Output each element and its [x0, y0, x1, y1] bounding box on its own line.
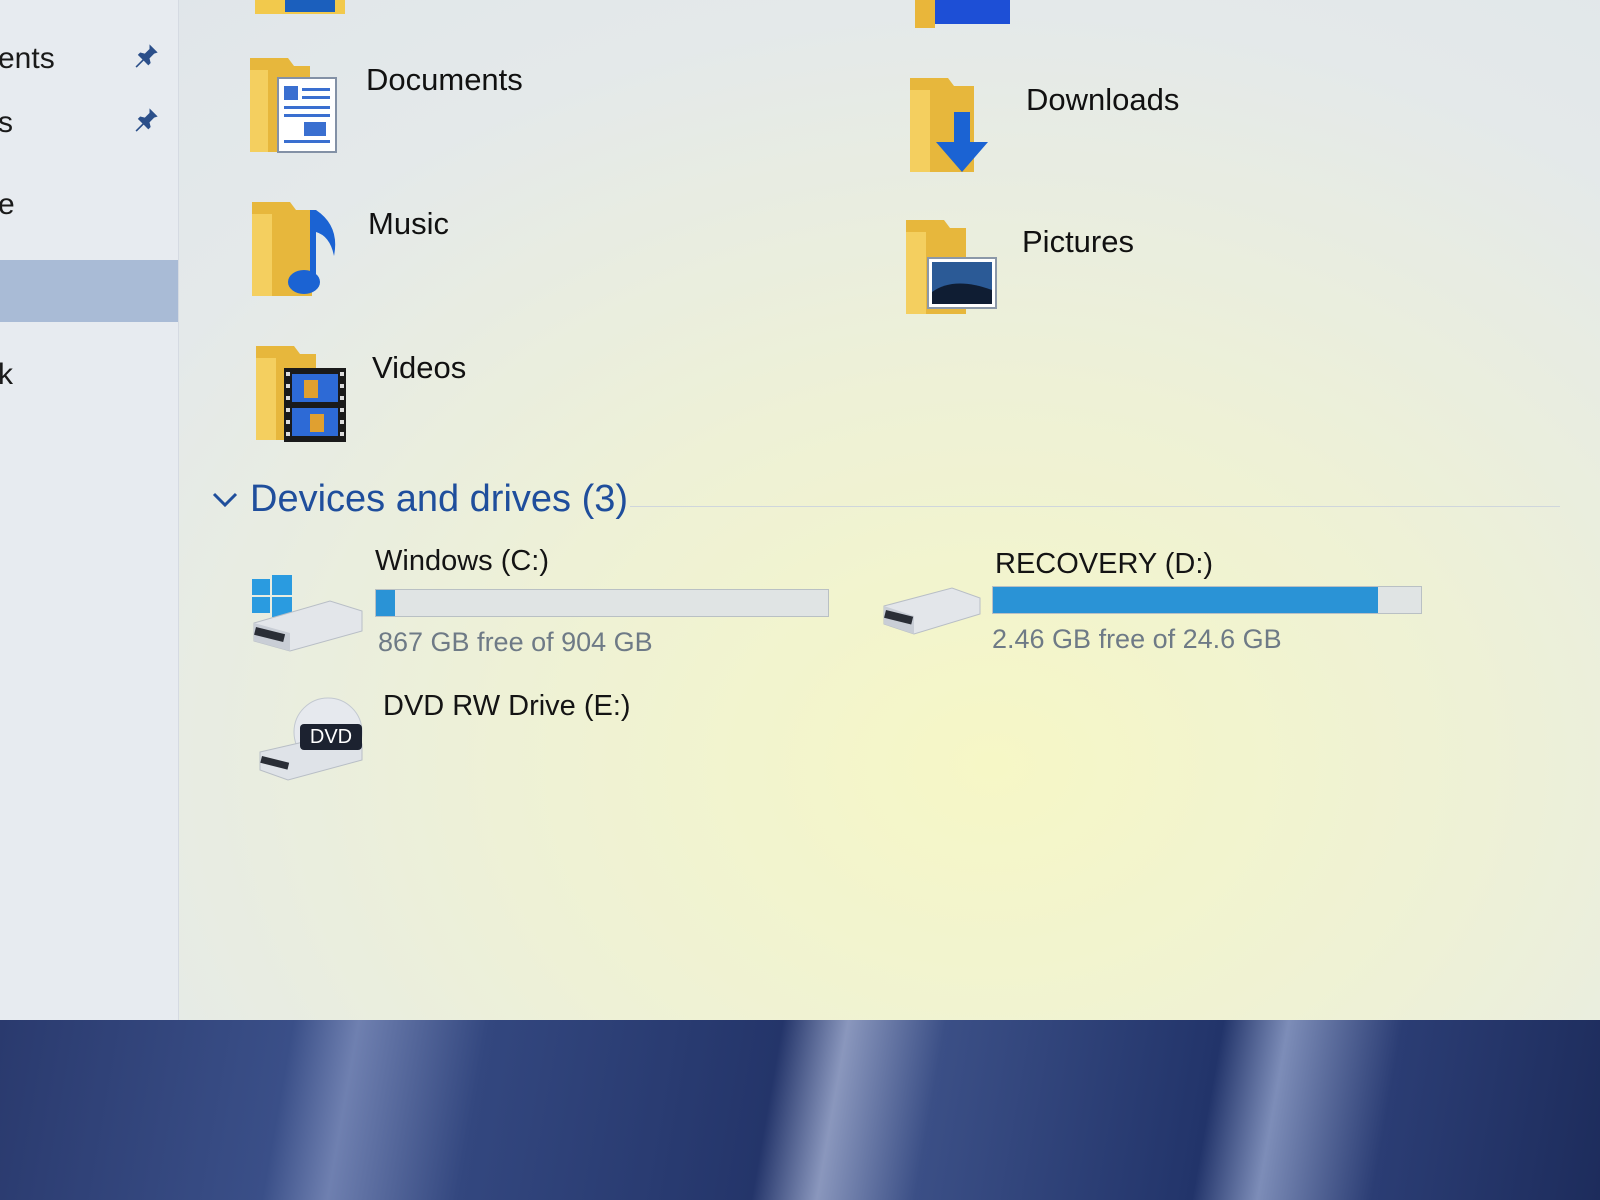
drive-name: Windows (C:): [375, 545, 550, 577]
section-divider: [630, 506, 1560, 507]
drive-usage-bar: [992, 586, 1422, 614]
sidebar-item-label: e: [0, 188, 15, 221]
drive-free-space: 867 GB free of 904 GB: [378, 627, 653, 657]
pin-icon[interactable]: [132, 106, 160, 134]
sidebar-item-3[interactable]: e: [0, 178, 178, 228]
drive-usage-fill: [993, 587, 1379, 613]
folder-name: Downloads: [1026, 82, 1180, 117]
folder-music[interactable]: Music: [250, 196, 670, 316]
folder-name: Videos: [372, 350, 467, 385]
documents-folder-icon: [250, 58, 337, 153]
devices-section-header[interactable]: Devices and drives (3): [210, 478, 1560, 528]
drive-usage-fill: [376, 590, 395, 616]
section-title: Devices and drives (3): [250, 478, 629, 520]
pin-icon[interactable]: [132, 42, 160, 70]
drive-e[interactable]: DVD DVD RW Drive (E:): [258, 690, 758, 790]
navigation-pane: ents s e k: [0, 0, 179, 1020]
hard-drive-icon: [883, 587, 981, 635]
drive-d[interactable]: RECOVERY (D:) 2.46 GB free of 24.6 GB: [880, 548, 1600, 658]
chevron-down-icon[interactable]: [210, 484, 240, 514]
dvd-drive-icon: DVD: [259, 697, 363, 781]
drive-usage-bar: [375, 589, 829, 617]
music-folder-icon: [252, 202, 336, 296]
desk-surface: [0, 1020, 1600, 1200]
folder-name: Documents: [366, 62, 523, 97]
sidebar-item-label: ents: [0, 42, 55, 75]
sidebar-item-recents[interactable]: ents: [0, 32, 178, 82]
sidebar-item-label: s: [0, 106, 13, 139]
content-pane: Documents Downloads Music Pictures Video…: [180, 0, 1600, 1020]
sidebar-item-5[interactable]: k: [0, 348, 178, 398]
folder-videos[interactable]: Videos: [254, 340, 674, 460]
drive-free-space: 2.46 GB free of 24.6 GB: [992, 624, 1282, 654]
sidebar-item-label: k: [0, 358, 13, 391]
windows-drive-icon: [252, 575, 363, 652]
drive-name: RECOVERY (D:): [995, 548, 1214, 580]
videos-folder-icon: [256, 346, 346, 442]
file-explorer-window: ents s e k Documents Downloads Music Pic…: [0, 0, 1600, 1020]
sidebar-item-selected[interactable]: [0, 260, 178, 322]
folder-pictures[interactable]: Pictures: [904, 214, 1324, 334]
folder-name: Music: [368, 206, 449, 241]
dvd-badge: DVD: [310, 726, 352, 748]
sidebar-item-2[interactable]: s: [0, 96, 178, 146]
folder-downloads[interactable]: Downloads: [908, 72, 1328, 192]
folder-name: Pictures: [1022, 224, 1134, 259]
folder-documents[interactable]: Documents: [248, 52, 668, 172]
downloads-folder-icon: [910, 78, 988, 172]
drive-name: DVD RW Drive (E:): [383, 690, 631, 722]
pictures-folder-icon: [906, 220, 997, 314]
